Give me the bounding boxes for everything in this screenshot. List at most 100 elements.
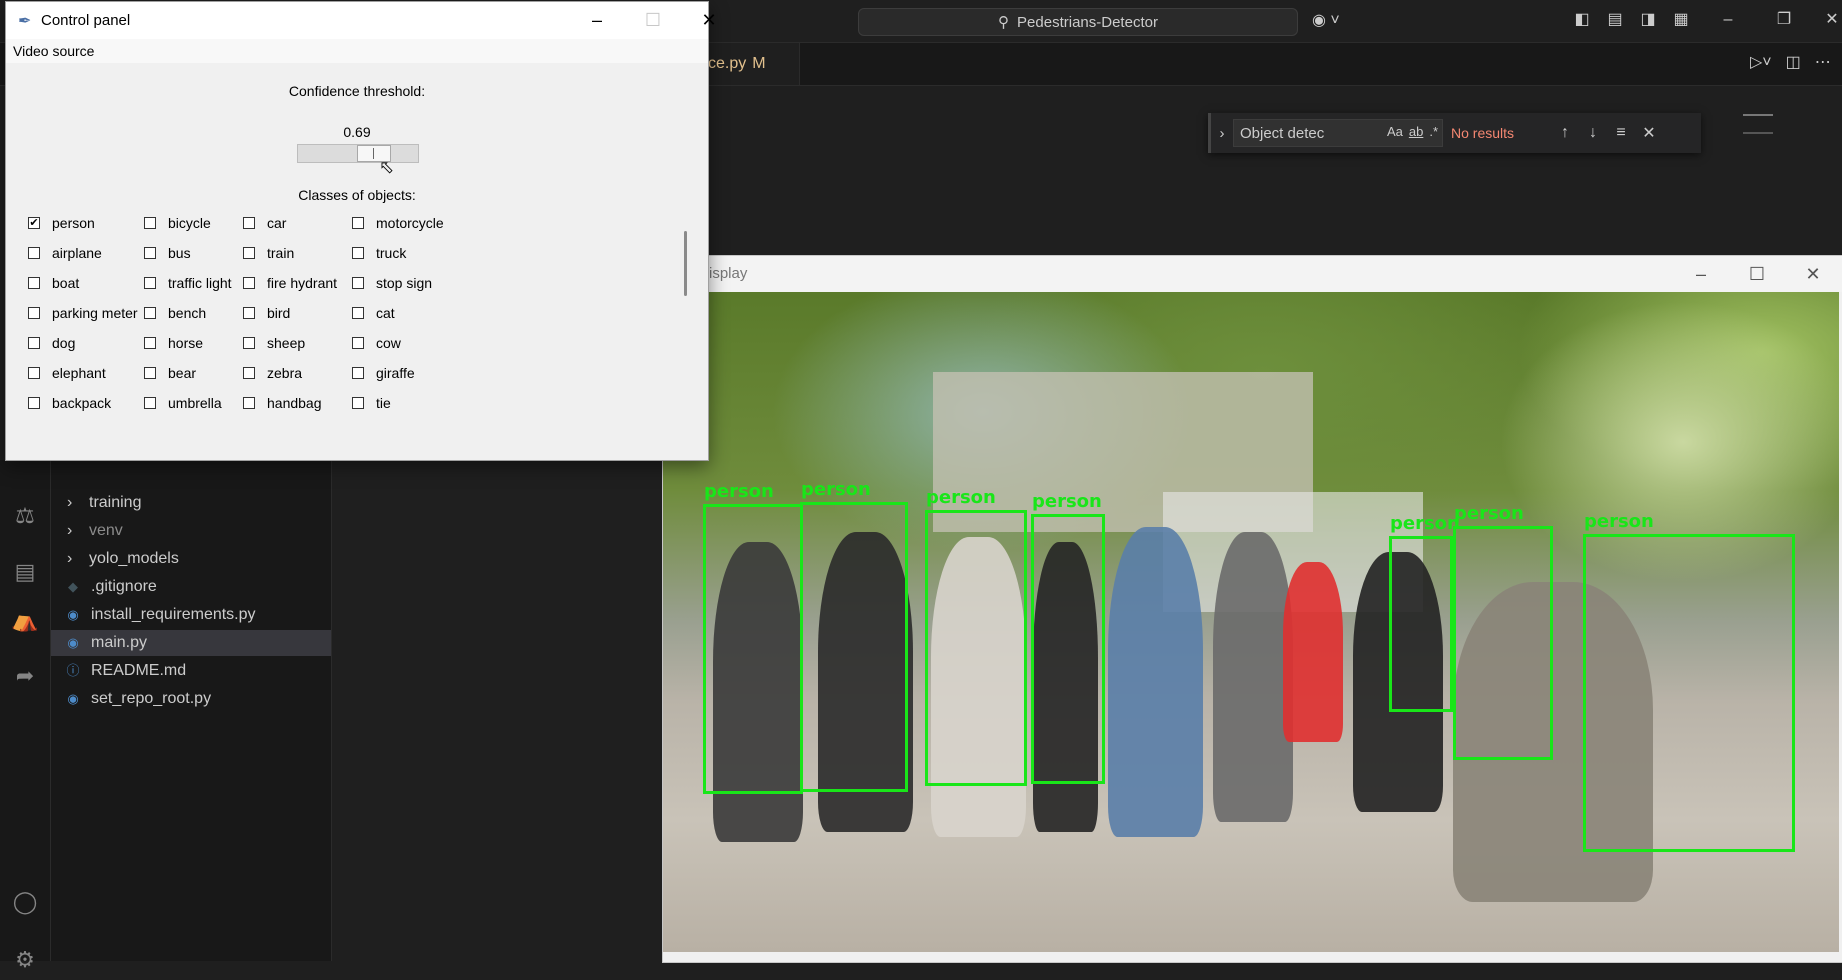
class-checkbox-item[interactable]: bear [144,363,196,383]
explorer-item[interactable]: ◉ set_repo_root.py [51,686,331,712]
class-checkbox-item[interactable]: horse [144,333,203,353]
checkbox-icon[interactable] [352,367,364,379]
checkbox-checked-icon[interactable]: ✔ [28,217,40,229]
class-checkbox-item[interactable]: handbag [243,393,322,413]
menu-video-source[interactable]: Video source [13,43,94,59]
class-checkbox-item[interactable]: parking meter [28,303,138,323]
live-share-icon[interactable]: ➦ [0,656,50,696]
checkbox-icon[interactable] [243,307,255,319]
class-checkbox-item[interactable]: umbrella [144,393,222,413]
checkbox-icon[interactable] [352,337,364,349]
more-actions-icon[interactable]: ⋯ [1815,52,1831,72]
class-checkbox-item[interactable]: train [243,243,294,263]
remote-explorer-icon[interactable]: ▤ [0,552,50,592]
class-checkbox-item[interactable]: cow [352,333,401,353]
class-checkbox-item[interactable]: tie [352,393,391,413]
class-checkbox-item[interactable]: stop sign [352,273,432,293]
command-center-search[interactable]: ⚲ Pedestrians-Detector [858,8,1298,36]
class-checkbox-item[interactable]: bicycle [144,213,211,233]
checkbox-icon[interactable] [243,397,255,409]
checkbox-icon[interactable] [243,367,255,379]
split-editor-icon[interactable]: ◫ [1786,52,1801,72]
run-icon[interactable]: ▷˅ [1750,52,1772,72]
accounts-icon[interactable]: ◯ [0,882,50,922]
testing-flask-icon[interactable]: ⚖ [0,496,50,536]
checkbox-icon[interactable] [243,277,255,289]
checkbox-icon[interactable] [243,337,255,349]
checkbox-icon[interactable] [243,217,255,229]
minimap[interactable] [1743,114,1773,134]
checkbox-icon[interactable] [144,247,156,259]
class-checkbox-item[interactable]: backpack [28,393,111,413]
checkbox-icon[interactable] [352,247,364,259]
close-find-icon[interactable]: ✕ [1635,123,1663,143]
confidence-slider[interactable] [297,144,419,163]
previous-match-icon[interactable]: ↑ [1551,124,1579,142]
copilot-icon[interactable]: ◉ ˅ [1312,10,1340,30]
settings-gear-icon[interactable]: ⚙ [0,940,50,980]
match-case-toggle[interactable]: Aa [1387,124,1403,139]
toggle-panel-icon[interactable]: ▤ [1605,10,1625,30]
class-checkbox-item[interactable]: sheep [243,333,305,353]
checkbox-icon[interactable] [28,337,40,349]
checkbox-icon[interactable] [144,277,156,289]
cp-minimize-icon[interactable]: – [569,2,625,39]
class-checkbox-item[interactable]: dog [28,333,75,353]
checkbox-icon[interactable] [28,307,40,319]
class-checkbox-item[interactable]: bird [243,303,290,323]
toggle-replace-icon[interactable]: › [1211,125,1233,142]
checkbox-icon[interactable] [352,307,364,319]
class-checkbox-item[interactable]: zebra [243,363,302,383]
customize-layout-icon[interactable]: ▦ [1671,10,1691,30]
checkbox-icon[interactable] [144,367,156,379]
regex-toggle[interactable]: .* [1429,124,1438,139]
class-checkbox-item[interactable]: traffic light [144,273,232,293]
class-checkbox-item[interactable]: cat [352,303,395,323]
explorer-item[interactable]: ◉ install_requirements.py [51,602,331,628]
class-checkbox-item[interactable]: giraffe [352,363,415,383]
class-checkbox-item[interactable]: truck [352,243,406,263]
class-checkbox-item[interactable]: bus [144,243,191,263]
explorer-item[interactable]: ◉ main.py [51,630,331,656]
checkbox-icon[interactable] [144,397,156,409]
checkbox-icon[interactable] [28,277,40,289]
class-checkbox-item[interactable]: ✔ person [28,213,95,233]
explorer-item[interactable]: › yolo_models [51,546,331,572]
docker-icon[interactable]: ⛺ [0,600,50,640]
class-checkbox-item[interactable]: car [243,213,286,233]
explorer-item[interactable]: ◆ .gitignore [51,574,331,600]
toggle-primary-sidebar-icon[interactable]: ◧ [1572,10,1592,30]
find-input[interactable]: Object detec Aa ab .* [1233,119,1443,147]
explorer-item[interactable]: ⓘ README.md [51,658,331,684]
checkbox-icon[interactable] [28,397,40,409]
explorer-item[interactable]: › training [51,490,331,516]
checkbox-icon[interactable] [243,247,255,259]
checkbox-icon[interactable] [144,307,156,319]
toggle-secondary-sidebar-icon[interactable]: ◨ [1638,10,1658,30]
classes-scrollbar[interactable] [684,231,687,296]
minimize-icon[interactable]: – [1718,10,1738,30]
display-close-icon[interactable]: ✕ [1785,256,1841,292]
class-checkbox-item[interactable]: fire hydrant [243,273,337,293]
checkbox-icon[interactable] [28,367,40,379]
next-match-icon[interactable]: ↓ [1579,124,1607,142]
checkbox-icon[interactable] [352,397,364,409]
whole-word-toggle[interactable]: ab [1409,124,1423,139]
class-checkbox-item[interactable]: airplane [28,243,102,263]
explorer-item[interactable]: › venv [51,518,331,544]
close-icon[interactable]: ✕ [1822,10,1842,30]
checkbox-icon[interactable] [144,217,156,229]
class-checkbox-item[interactable]: elephant [28,363,106,383]
checkbox-icon[interactable] [352,277,364,289]
class-checkbox-item[interactable]: motorcycle [352,213,444,233]
find-in-selection-icon[interactable]: ≡ [1607,124,1635,142]
checkbox-icon[interactable] [28,247,40,259]
class-checkbox-item[interactable]: bench [144,303,206,323]
checkbox-icon[interactable] [352,217,364,229]
checkbox-icon[interactable] [144,337,156,349]
display-maximize-icon[interactable]: ☐ [1729,256,1785,292]
class-checkbox-item[interactable]: boat [28,273,79,293]
cp-close-icon[interactable]: ✕ [681,2,737,39]
display-minimize-icon[interactable]: – [1673,256,1729,292]
restore-icon[interactable]: ❐ [1774,10,1794,30]
